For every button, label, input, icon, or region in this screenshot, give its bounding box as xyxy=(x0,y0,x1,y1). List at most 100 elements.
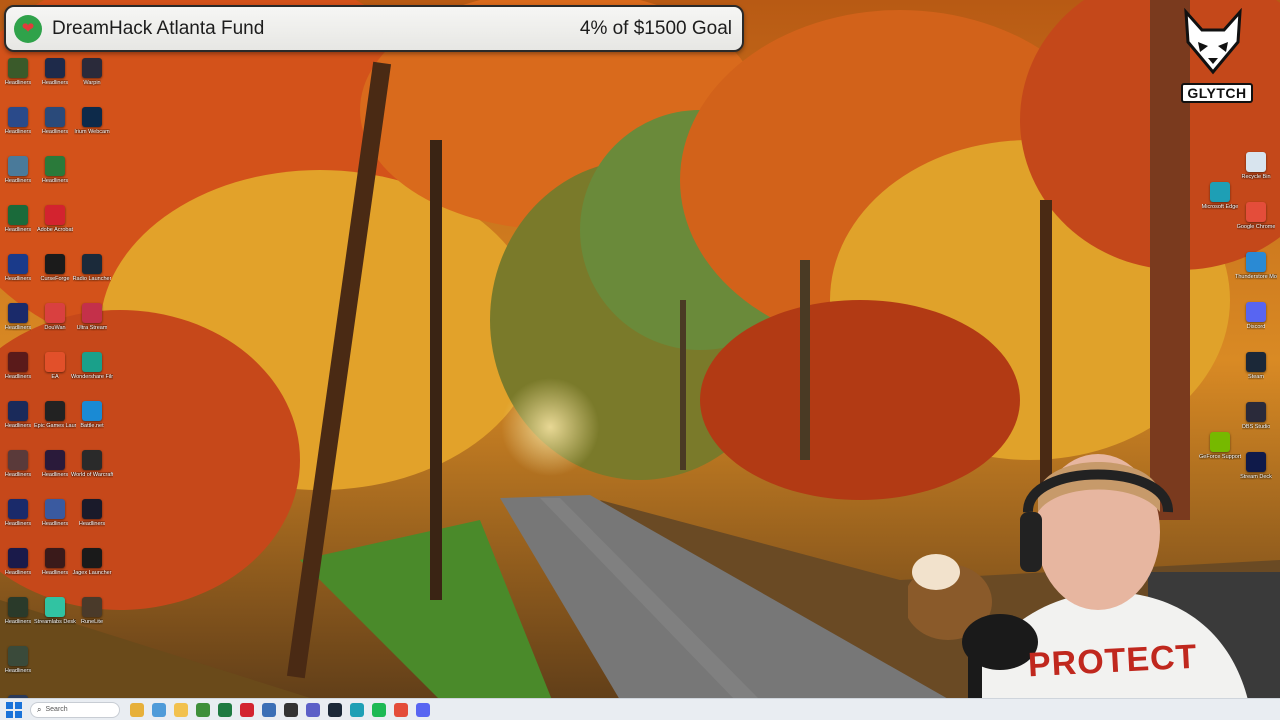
desktop-shortcut[interactable]: Headliners xyxy=(0,499,36,545)
shortcut-label: Ultra Stream xyxy=(76,325,108,331)
desktop-shortcut[interactable]: Steam xyxy=(1238,352,1274,398)
desktop-shortcut[interactable]: Thunderstore Mod Mana… xyxy=(1235,252,1277,298)
app-icon xyxy=(8,156,28,176)
shortcut-label: Thunderstore Mod Mana… xyxy=(1235,274,1277,280)
app-icon xyxy=(45,548,65,568)
desktop-shortcut[interactable]: EA xyxy=(37,352,73,398)
desktop-shortcut[interactable]: Wondershare Filmora 14 xyxy=(71,352,113,398)
shortcut-label: Adobe Acrobat xyxy=(36,227,74,233)
desktop-shortcut[interactable]: Headliners xyxy=(0,597,36,643)
desktop-shortcut[interactable]: Discord xyxy=(1238,302,1274,348)
desktop-shortcut[interactable]: Headliners xyxy=(37,58,73,104)
desktop-shortcut[interactable]: Headliners xyxy=(0,401,36,447)
shortcut-label: World of Warcraft xyxy=(71,472,113,478)
desktop-shortcut[interactable]: Epic Games Launcher xyxy=(34,401,76,447)
app-icon xyxy=(45,450,65,470)
shortcut-label: Headliners xyxy=(41,80,69,86)
app-icon xyxy=(45,499,65,519)
desktop-shortcut[interactable]: Headliners xyxy=(0,156,36,202)
shortcut-label: Headliners xyxy=(4,80,32,86)
shortcut-label: Headliners xyxy=(4,276,32,282)
donation-goal-widget: ❤ DreamHack Atlanta Fund 4% of $1500 Goa… xyxy=(4,5,744,52)
calculator-icon[interactable] xyxy=(262,702,276,717)
desktop-shortcut[interactable]: Headliners xyxy=(37,450,73,496)
webcam-overlay: PROTECT xyxy=(908,452,1280,700)
app-icon xyxy=(82,254,102,274)
app-icon xyxy=(8,548,28,568)
desktop-shortcut[interactable]: Streamlabs Desktop xyxy=(34,597,76,643)
desktop-shortcut[interactable]: RuneLite xyxy=(74,597,110,643)
desktop-shortcut[interactable]: Battle.net xyxy=(74,401,110,447)
desktop-shortcut[interactable]: Jagex Launcher xyxy=(72,548,112,594)
desktop-shortcut[interactable]: Adobe Acrobat xyxy=(37,205,73,251)
desktop-shortcut[interactable]: Headliners xyxy=(0,548,36,594)
discord-icon[interactable] xyxy=(416,702,430,717)
shortcut-label: Headliners xyxy=(4,227,32,233)
app-icon xyxy=(1210,432,1230,452)
desktop-shortcut[interactable]: Headliners xyxy=(0,58,36,104)
app-icon xyxy=(8,401,28,421)
shortcut-label: Headliners xyxy=(4,178,32,184)
desktop-shortcut[interactable]: Ultra Stream xyxy=(74,303,110,349)
desktop-shortcut[interactable]: DouWan xyxy=(37,303,73,349)
desktop-shortcut[interactable]: Google Chrome xyxy=(1237,202,1275,248)
shortcut-label: Headliners xyxy=(4,423,32,429)
desktop-shortcut[interactable]: Headliners xyxy=(0,352,36,398)
desktop-shortcut[interactable]: Headliners xyxy=(0,303,36,349)
desktop-shortcut[interactable]: Recycle Bin xyxy=(1238,152,1274,198)
shortcut-label: Headliners xyxy=(4,325,32,331)
app-icon xyxy=(82,107,102,127)
shortcut-label: Microsoft Edge xyxy=(1201,204,1239,210)
desktop-shortcut[interactable]: Headliners xyxy=(37,156,73,202)
glytch-badge: GLYTCH xyxy=(1181,83,1253,103)
windows-start-button[interactable] xyxy=(6,701,22,718)
goal-progress-text: 4% of $1500 Goal xyxy=(579,17,732,39)
desktop-shortcut[interactable]: Headliners xyxy=(0,205,36,251)
obs-icon[interactable] xyxy=(284,702,298,717)
minecraft-icon[interactable] xyxy=(196,702,210,717)
app-icon xyxy=(45,597,65,617)
adobe-icon[interactable] xyxy=(240,702,254,717)
taskbar-search-box[interactable]: ⌕ Search xyxy=(30,701,120,718)
desktop-shortcut[interactable]: OBS Studio xyxy=(1238,402,1274,448)
app-icon xyxy=(8,499,28,519)
copilot-icon[interactable] xyxy=(130,702,144,717)
desktop-shortcut[interactable]: Headliners xyxy=(0,254,36,300)
desktop-shortcut[interactable]: World of Warcraft xyxy=(71,450,113,496)
app-icon xyxy=(45,352,65,372)
shortcut-label: DouWan xyxy=(44,325,66,331)
chrome-app-icon[interactable] xyxy=(152,702,166,717)
desktop-shortcut[interactable]: Microsoft Edge xyxy=(1202,182,1238,228)
desktop-shortcut[interactable]: Headliners xyxy=(0,646,36,692)
chrome-icon[interactable] xyxy=(394,702,408,717)
desktop-shortcut[interactable]: CurseForge xyxy=(37,254,73,300)
app-icon xyxy=(82,450,102,470)
desktop-shortcut[interactable]: Headliners xyxy=(0,107,36,153)
desktop-shortcut[interactable]: Radio Launcher xyxy=(73,254,111,300)
desktop-shortcut[interactable]: Warpin xyxy=(74,58,110,104)
shortcut-label: Battle.net xyxy=(80,423,104,429)
shortcut-label: Headliners xyxy=(4,619,32,625)
explorer-icon[interactable] xyxy=(174,702,188,717)
desktop-shortcut[interactable]: Headliners xyxy=(37,548,73,594)
shortcut-label: Epic Games Launcher xyxy=(34,423,76,429)
excel-icon[interactable] xyxy=(218,702,232,717)
app-icon xyxy=(82,401,102,421)
shortcut-label: Irium Webcam xyxy=(74,129,110,135)
desktop-shortcut[interactable]: Headliners xyxy=(37,499,73,545)
app-icon xyxy=(1246,402,1266,422)
shortcut-label: Headliners xyxy=(4,570,32,576)
desktop-shortcut[interactable]: Headliners xyxy=(0,450,36,496)
desktop-shortcut[interactable]: Headliners xyxy=(74,499,110,545)
steam-icon[interactable] xyxy=(328,702,342,717)
desktop-shortcut[interactable]: Headliners xyxy=(37,107,73,153)
desktop-shortcut[interactable]: Irium Webcam xyxy=(74,107,110,153)
teams-icon[interactable] xyxy=(306,702,320,717)
shortcut-label: Headliners xyxy=(4,129,32,135)
app-icon xyxy=(45,401,65,421)
search-placeholder: Search xyxy=(45,706,68,713)
spotify-icon[interactable] xyxy=(372,702,386,717)
app-icon xyxy=(8,58,28,78)
app-icon xyxy=(82,303,102,323)
edge-icon[interactable] xyxy=(350,702,364,717)
